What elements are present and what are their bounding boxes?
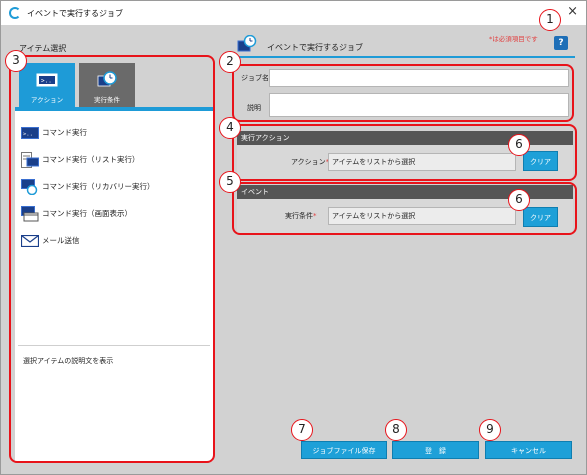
- window-title: イベントで実行するジョブ: [27, 8, 123, 18]
- save-job-file-button[interactable]: ジョブファイル保存: [301, 441, 387, 459]
- annotation-marker-7: 7: [291, 419, 313, 441]
- annotation-marker-5: 5: [219, 171, 241, 193]
- annotation-marker-6b: 6: [508, 189, 530, 211]
- form-title: イベントで実行するジョブ: [267, 43, 363, 52]
- annotation-marker-1: 1: [539, 9, 561, 31]
- annotation-marker-4: 4: [219, 117, 241, 139]
- header-underline: [233, 56, 575, 58]
- close-icon[interactable]: ×: [567, 5, 578, 19]
- help-button[interactable]: ?: [554, 36, 568, 50]
- left-panel-title: アイテム選択: [19, 44, 67, 53]
- app-icon: [9, 7, 21, 19]
- annotation-marker-2: 2: [219, 51, 241, 73]
- dialog-window: イベントで実行するジョブ × アイテム選択 >.. アクション 実行条件 >..…: [0, 0, 587, 475]
- annotation-box-3: [9, 55, 215, 463]
- annotation-marker-8: 8: [385, 419, 407, 441]
- register-button[interactable]: 登 録: [392, 441, 479, 459]
- annotation-marker-6a: 6: [508, 134, 530, 156]
- required-note: *は必須項目です: [489, 35, 538, 43]
- job-icon: [237, 34, 257, 53]
- annotation-marker-3: 3: [5, 50, 27, 72]
- cancel-button[interactable]: キャンセル: [485, 441, 572, 459]
- annotation-box-2: [232, 64, 574, 122]
- title-bar: イベントで実行するジョブ ×: [1, 1, 586, 25]
- annotation-marker-9: 9: [479, 419, 501, 441]
